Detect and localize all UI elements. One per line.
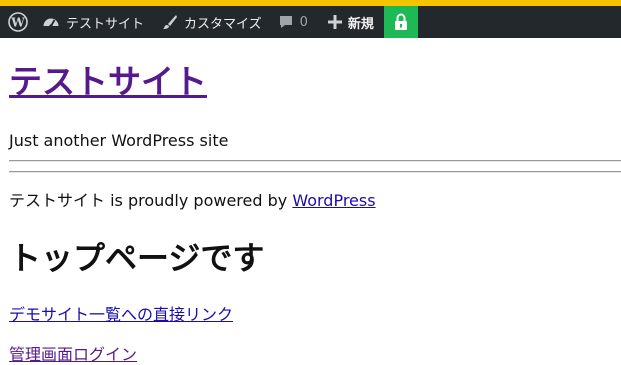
svg-text:W: W <box>10 16 25 30</box>
customize-label: カスタマイズ <box>184 16 262 32</box>
plus-icon <box>327 15 342 29</box>
divider <box>9 171 621 173</box>
site-tagline: Just another WordPress site <box>9 131 229 150</box>
comments-menu[interactable]: 0 <box>278 6 308 38</box>
admin-bar: W テストサイト カスタマイズ 0 新規 <box>0 6 621 38</box>
new-content-label: 新規 <box>347 16 374 32</box>
brush-icon <box>162 14 178 30</box>
comment-icon <box>278 14 294 30</box>
site-name-label: テストサイト <box>66 16 145 32</box>
wordpress-logo-icon: W <box>8 12 28 32</box>
admin-login-link[interactable]: 管理画面ログイン <box>9 345 137 365</box>
demo-site-list-link[interactable]: デモサイト一覧への直接リンク <box>9 305 233 325</box>
wordpress-link[interactable]: WordPress <box>292 191 375 210</box>
site-title: テストサイト <box>9 62 207 102</box>
security-lock-button[interactable] <box>383 6 418 38</box>
wordpress-menu[interactable]: W <box>0 6 36 38</box>
customize-menu[interactable]: カスタマイズ <box>162 6 262 38</box>
new-content-menu[interactable]: 新規 <box>327 6 374 38</box>
site-title-link[interactable]: テストサイト <box>9 62 207 101</box>
divider <box>9 160 621 162</box>
dashboard-icon <box>42 13 60 31</box>
comments-count: 0 <box>299 14 308 30</box>
page-heading: トップページです <box>9 239 265 277</box>
site-name-menu[interactable]: テストサイト <box>42 6 144 38</box>
lock-icon <box>394 13 408 31</box>
powered-by-text: テストサイト is proudly powered by <box>9 191 293 210</box>
powered-by-line: テストサイト is proudly powered by WordPress <box>9 191 376 211</box>
